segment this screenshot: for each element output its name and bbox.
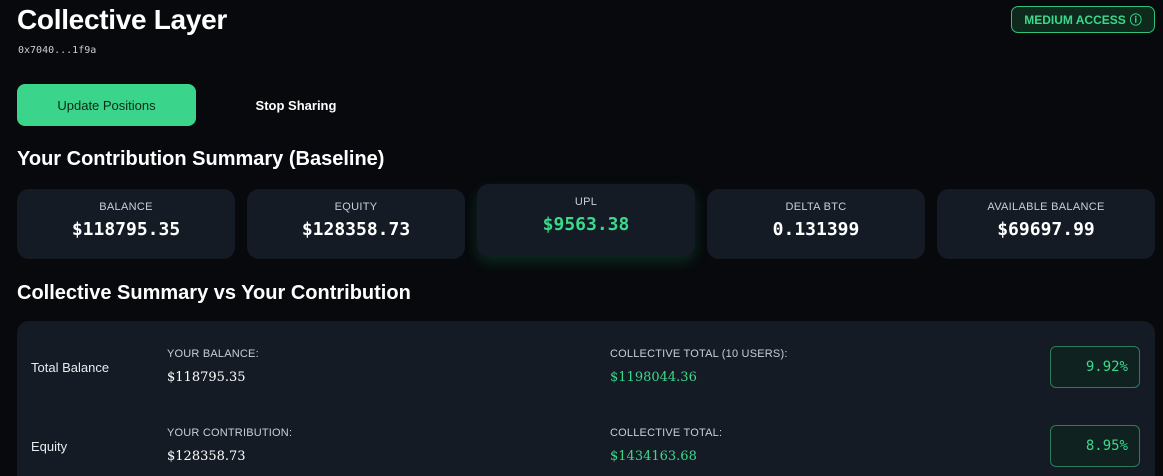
- access-badge-label: MEDIUM ACCESS: [1024, 12, 1126, 27]
- card-value: 0.131399: [772, 219, 860, 240]
- card-label: UPL: [574, 196, 598, 208]
- card-value: $69697.99: [997, 219, 1095, 240]
- your-contribution-value: $128358.73: [167, 449, 246, 464]
- collective-total-value: $1198044.36: [610, 370, 697, 385]
- card-label: BALANCE: [99, 201, 153, 213]
- upl-card: UPL $9563.38: [477, 184, 695, 256]
- collective-panel: Total Balance YOUR BALANCE: $118795.35 C…: [17, 321, 1155, 476]
- delta-btc-card: DELTA BTC 0.131399: [707, 189, 925, 259]
- wallet-address: 0x7040...1f9a: [18, 45, 97, 56]
- available-balance-card: AVAILABLE BALANCE $69697.99: [937, 189, 1155, 259]
- access-badge[interactable]: MEDIUM ACCESS ⓘ: [1011, 6, 1155, 33]
- collective-summary-title: Collective Summary vs Your Contribution: [17, 282, 411, 304]
- card-label: DELTA BTC: [785, 201, 847, 213]
- your-balance-value: $118795.35: [167, 370, 246, 385]
- stop-sharing-button[interactable]: Stop Sharing: [236, 84, 356, 126]
- collective-equity-label: COLLECTIVE TOTAL:: [610, 427, 723, 439]
- card-value: $128358.73: [301, 219, 411, 240]
- equity-share-badge: 8.95%: [1050, 425, 1140, 467]
- contribution-summary-title: Your Contribution Summary (Baseline): [17, 148, 385, 170]
- info-icon: ⓘ: [1129, 13, 1142, 27]
- collective-total-label: COLLECTIVE TOTAL (10 USERS):: [610, 348, 788, 360]
- your-balance-label: YOUR BALANCE:: [167, 348, 259, 360]
- card-value: $9563.38: [542, 214, 630, 235]
- collective-equity-value: $1434163.68: [610, 449, 697, 464]
- row-label-total-balance: Total Balance: [31, 360, 110, 375]
- card-label: AVAILABLE BALANCE: [987, 201, 1105, 213]
- card-label: EQUITY: [334, 201, 378, 213]
- card-value: $118795.35: [71, 219, 181, 240]
- row-label-equity: Equity: [31, 439, 68, 454]
- update-positions-button[interactable]: Update Positions: [17, 84, 196, 126]
- equity-card: EQUITY $128358.73: [247, 189, 465, 259]
- balance-card: BALANCE $118795.35: [17, 189, 235, 259]
- balance-share-badge: 9.92%: [1050, 346, 1140, 388]
- page-title: Collective Layer: [17, 4, 227, 35]
- your-contribution-label: YOUR CONTRIBUTION:: [167, 427, 293, 439]
